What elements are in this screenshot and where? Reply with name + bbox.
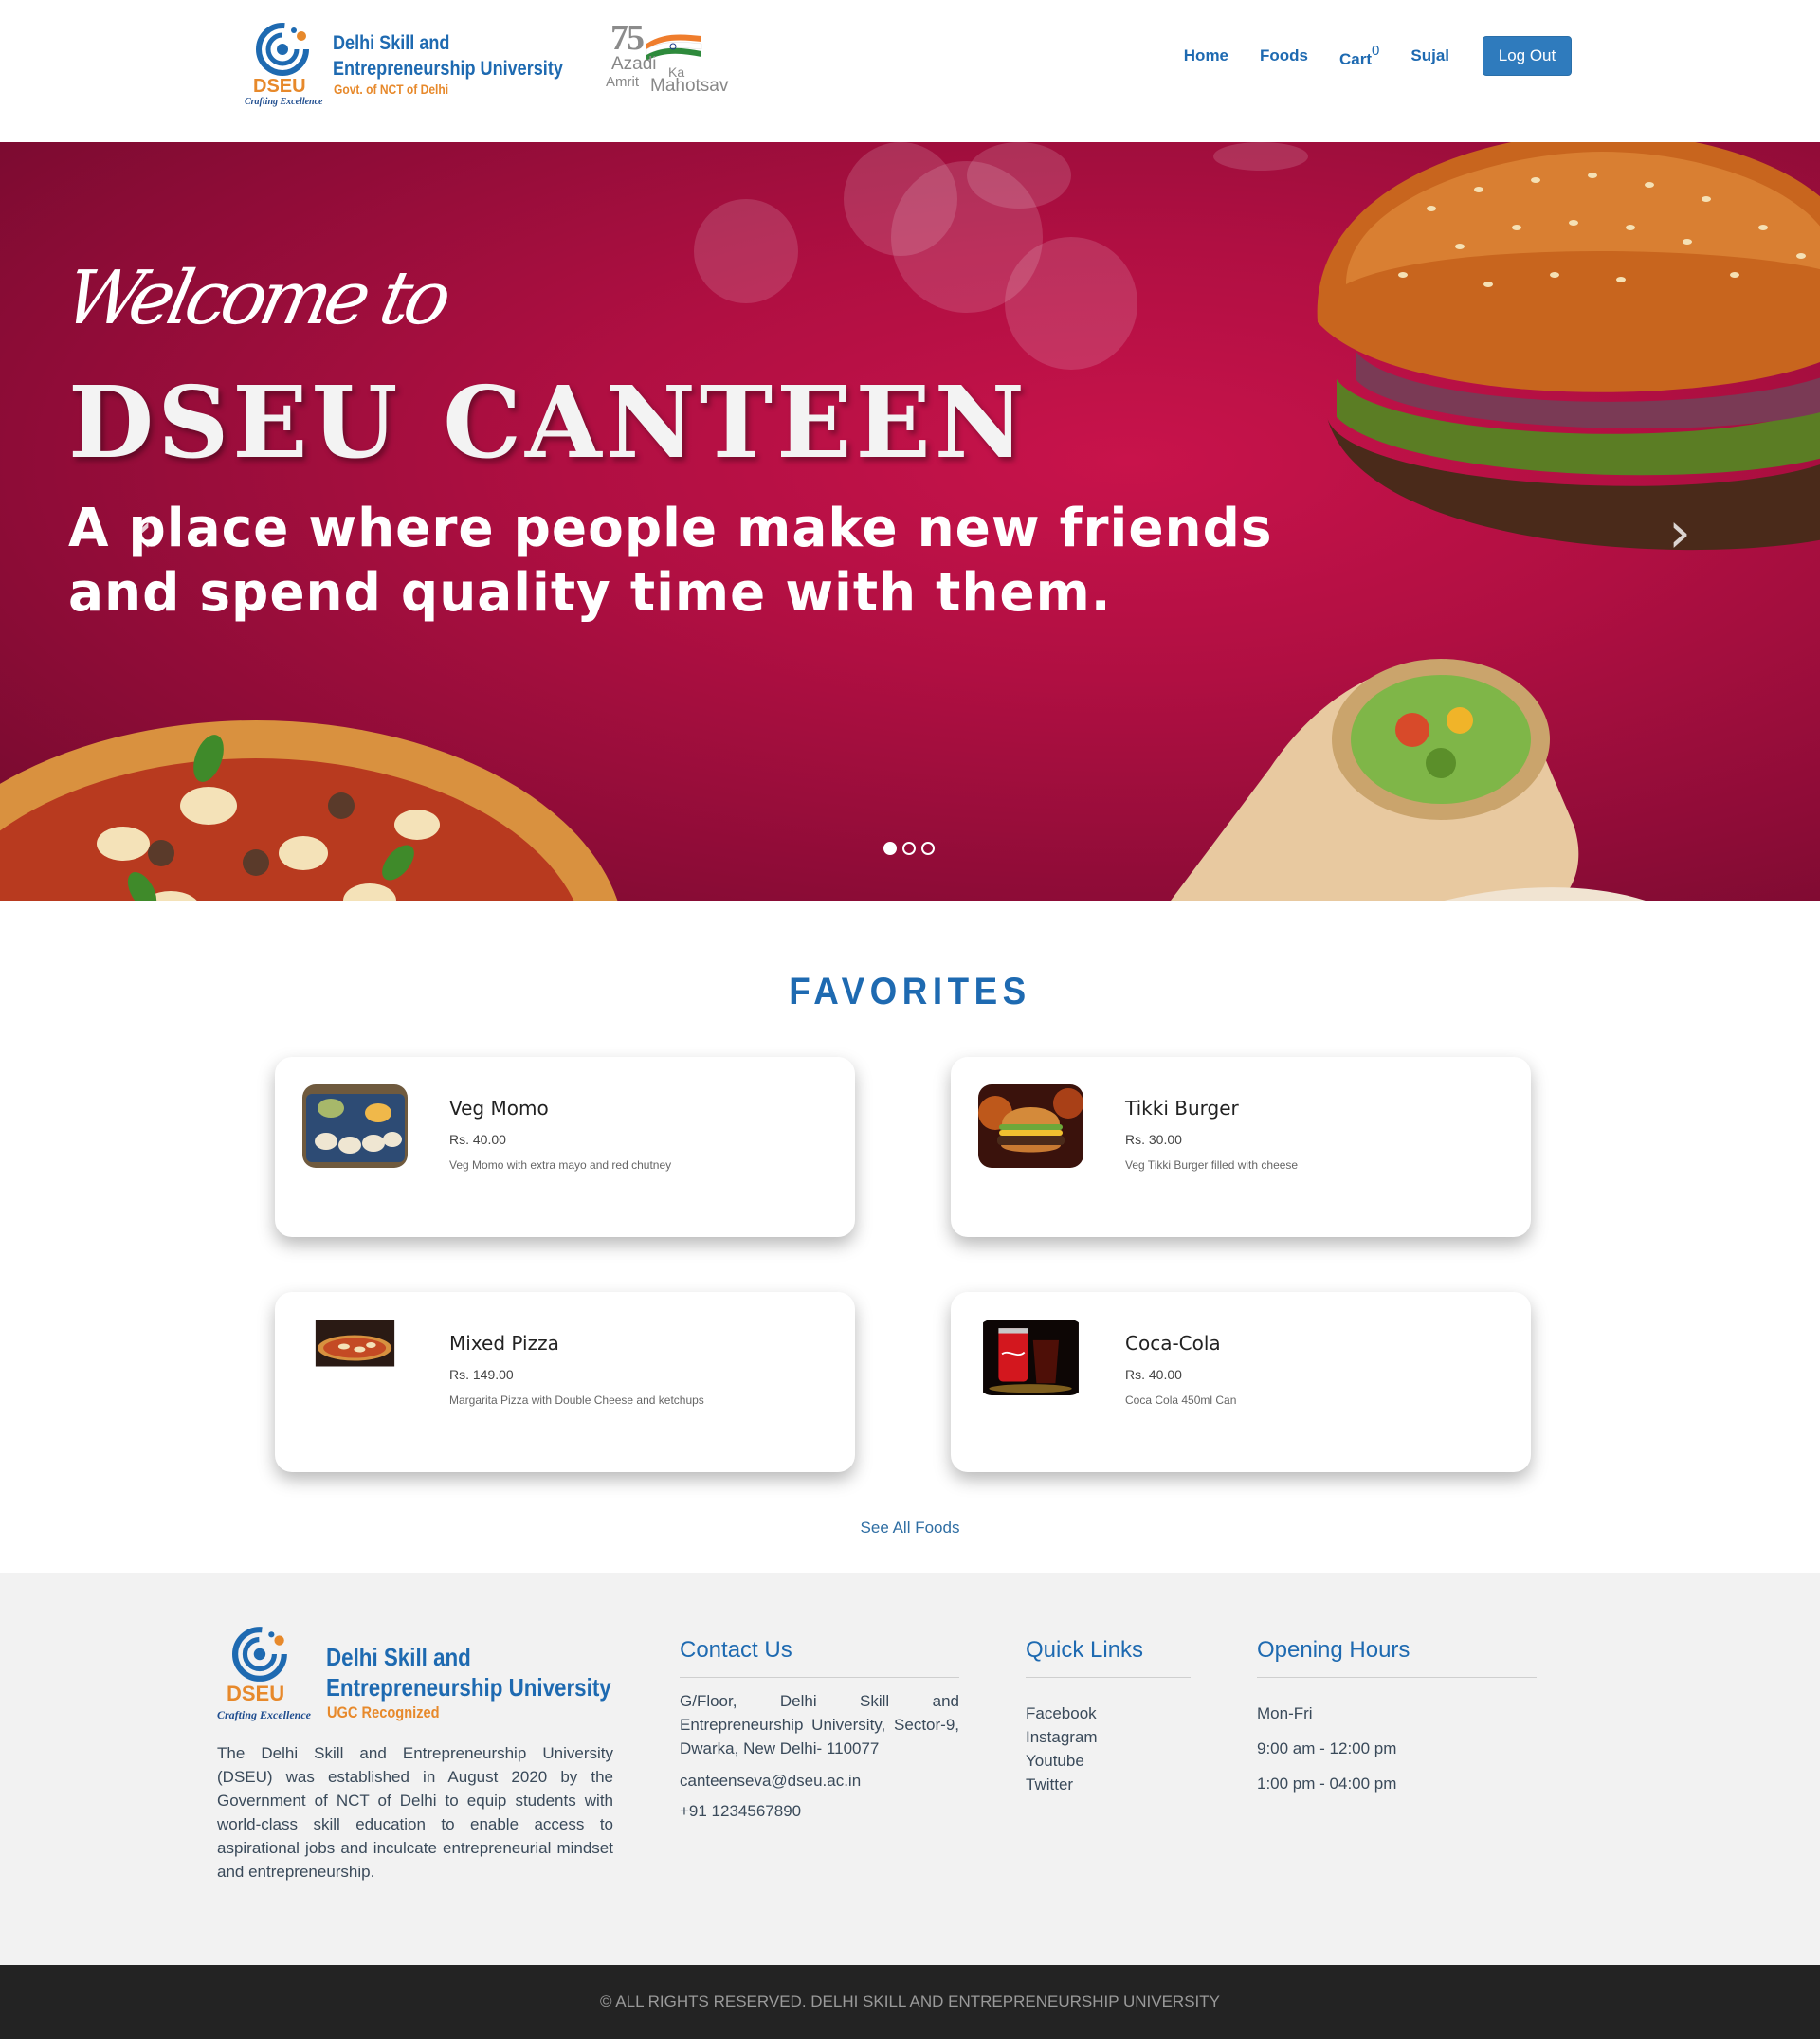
food-description: Coca Cola 450ml Can bbox=[1125, 1393, 1237, 1407]
navbar: DSEU Crafting Excellence Delhi Skill and… bbox=[0, 0, 1820, 142]
opening-hours-heading: Opening Hours bbox=[1257, 1637, 1537, 1678]
footer-about-text: The Delhi Skill and Entrepreneurship Uni… bbox=[217, 1744, 613, 1881]
dseu-logo-mark-icon bbox=[232, 1627, 287, 1682]
hours-slot-afternoon: 1:00 pm - 04:00 pm bbox=[1257, 1775, 1397, 1793]
main-nav: Home Foods Cart0 Sujal Log Out bbox=[1153, 36, 1572, 76]
food-card[interactable]: Tikki Burger Rs. 30.00 Veg Tikki Burger … bbox=[951, 1057, 1531, 1237]
hours-slot-morning: 9:00 am - 12:00 pm bbox=[1257, 1739, 1397, 1757]
footer-university-name-line2: Entrepreneurship University bbox=[326, 1673, 611, 1702]
hero-welcome-script: Welcome to bbox=[57, 256, 454, 341]
link-facebook[interactable]: Facebook bbox=[1026, 1702, 1191, 1725]
food-name: Coca-Cola bbox=[1125, 1332, 1221, 1355]
azadi-ka-amrit-mahotsav-logo: 75 Azadi Ka Amrit Mahotsav bbox=[603, 17, 745, 102]
footer-contact-section: Contact Us G/Floor, Delhi Skill and Entr… bbox=[680, 1637, 959, 1821]
food-description: Veg Momo with extra mayo and red chutney bbox=[449, 1158, 672, 1172]
dseu-logo-text: DSEU bbox=[253, 76, 306, 97]
hero-title-part1: DSEU bbox=[68, 364, 402, 481]
footer-university-name: Delhi Skill and Entrepreneurship Univers… bbox=[326, 1642, 611, 1702]
burger-image bbox=[1317, 142, 1820, 551]
carousel-dot-2[interactable] bbox=[902, 842, 916, 855]
food-price: Rs. 40.00 bbox=[449, 1132, 506, 1147]
food-card[interactable]: Mixed Pizza Rs. 149.00 Margarita Pizza w… bbox=[275, 1292, 855, 1472]
carousel-dot-1[interactable] bbox=[883, 842, 897, 855]
nav-foods[interactable]: Foods bbox=[1260, 46, 1308, 65]
wrap-image bbox=[1171, 659, 1646, 901]
carousel-dot-3[interactable] bbox=[921, 842, 935, 855]
footer: DSEU Crafting Excellence Delhi Skill and… bbox=[0, 1573, 1820, 1965]
contact-email[interactable]: canteenseva@dseu.ac.in bbox=[680, 1772, 959, 1791]
dseu-logo-mark-icon bbox=[256, 23, 309, 76]
link-twitter[interactable]: Twitter bbox=[1026, 1773, 1191, 1796]
copyright-bar: © ALL RIGHTS RESERVED. DELHI SKILL AND E… bbox=[0, 1965, 1820, 2039]
food-name: Mixed Pizza bbox=[449, 1332, 559, 1355]
footer-logo: DSEU Crafting Excellence Delhi Skill and… bbox=[217, 1625, 615, 1729]
copyright-text: © ALL RIGHTS RESERVED. DELHI SKILL AND E… bbox=[600, 1993, 1220, 2011]
footer-quick-links: Quick Links Facebook Instagram Youtube T… bbox=[1026, 1637, 1191, 1796]
see-all-foods-link[interactable]: See All Foods bbox=[861, 1519, 960, 1537]
hours-days: Mon-Fri bbox=[1257, 1704, 1313, 1722]
hero-title-part2: CANTEEN bbox=[443, 364, 1028, 481]
footer-dseu-text: DSEU bbox=[227, 1682, 285, 1705]
food-name: Tikki Burger bbox=[1125, 1097, 1239, 1120]
chevron-left-icon: ‹ bbox=[131, 500, 154, 566]
mixed-pizza-image bbox=[315, 1320, 395, 1367]
food-price: Rs. 40.00 bbox=[1125, 1367, 1182, 1382]
tikki-burger-image bbox=[978, 1084, 1083, 1168]
dseu-logo[interactable]: DSEU Crafting Excellence Delhi Skill and… bbox=[245, 19, 567, 110]
hero-carousel: Welcome to DSEU CANTEEN A place where peo… bbox=[0, 142, 1820, 901]
decor-bubble bbox=[967, 142, 1071, 209]
nav-cart[interactable]: Cart0 bbox=[1339, 43, 1379, 69]
link-youtube[interactable]: Youtube bbox=[1026, 1749, 1191, 1773]
hero-tagline-line1: A place where people make new friends bbox=[68, 498, 1273, 559]
azadi-text: Azadi bbox=[611, 54, 657, 74]
hero-tagline: A place where people make new friends an… bbox=[68, 497, 1273, 626]
university-name-line1: Delhi Skill and bbox=[333, 32, 450, 54]
mahotsav-text: Mahotsav bbox=[650, 76, 729, 96]
link-instagram[interactable]: Instagram bbox=[1026, 1725, 1191, 1749]
hero-title: DSEU CANTEEN bbox=[68, 364, 1028, 481]
footer-opening-hours: Opening Hours Mon-Fri 9:00 am - 12:00 pm… bbox=[1257, 1637, 1537, 1807]
nav-user[interactable]: Sujal bbox=[1410, 46, 1449, 65]
pizza-image bbox=[0, 720, 618, 901]
decor-bubble bbox=[694, 199, 798, 303]
carousel-next-button[interactable]: › bbox=[1661, 504, 1699, 561]
hero-tagline-line2: and spend quality time with them. bbox=[68, 562, 1112, 624]
contact-phone[interactable]: +91 1234567890 bbox=[680, 1802, 959, 1821]
food-price: Rs. 30.00 bbox=[1125, 1132, 1182, 1147]
university-name-line2: Entrepreneurship University bbox=[333, 58, 563, 80]
nav-cart-label: Cart bbox=[1339, 50, 1373, 68]
carousel-indicators bbox=[883, 842, 940, 855]
logout-button[interactable]: Log Out bbox=[1483, 36, 1572, 76]
azadi-75-mark: 75 bbox=[610, 18, 645, 58]
footer-ugc-recognized: UGC Recognized bbox=[327, 1703, 440, 1721]
amrit-text: Amrit bbox=[606, 74, 639, 90]
favorites-heading: FAVORITES bbox=[789, 971, 1031, 1012]
chevron-right-icon: › bbox=[1668, 500, 1691, 566]
quick-links-heading: Quick Links bbox=[1026, 1637, 1191, 1678]
footer-dseu-tagline: Crafting Excellence bbox=[217, 1708, 311, 1721]
contact-heading: Contact Us bbox=[680, 1637, 959, 1678]
veg-momo-image bbox=[302, 1084, 408, 1168]
cart-count-badge: 0 bbox=[1372, 43, 1380, 59]
decor-bubble bbox=[1005, 237, 1138, 370]
food-card[interactable]: Coca-Cola Rs. 40.00 Coca Cola 450ml Can bbox=[951, 1292, 1531, 1472]
food-description: Margarita Pizza with Double Cheese and k… bbox=[449, 1393, 704, 1407]
nav-home[interactable]: Home bbox=[1184, 46, 1228, 65]
food-name: Veg Momo bbox=[449, 1097, 549, 1120]
see-all-foods-container: See All Foods bbox=[0, 1519, 1820, 1538]
university-name: Delhi Skill and Entrepreneurship Univers… bbox=[333, 30, 563, 82]
university-subtitle: Govt. of NCT of Delhi bbox=[334, 82, 449, 97]
food-card[interactable]: Veg Momo Rs. 40.00 Veg Momo with extra m… bbox=[275, 1057, 855, 1237]
food-description: Veg Tikki Burger filled with cheese bbox=[1125, 1158, 1299, 1172]
dseu-logo-tagline: Crafting Excellence bbox=[245, 97, 323, 107]
food-price: Rs. 149.00 bbox=[449, 1367, 514, 1382]
coca-cola-image bbox=[983, 1320, 1079, 1395]
contact-address: G/Floor, Delhi Skill and Entrepreneurshi… bbox=[680, 1692, 959, 1757]
carousel-prev-button[interactable]: ‹ bbox=[123, 504, 161, 561]
footer-university-name-line1: Delhi Skill and bbox=[326, 1643, 471, 1671]
